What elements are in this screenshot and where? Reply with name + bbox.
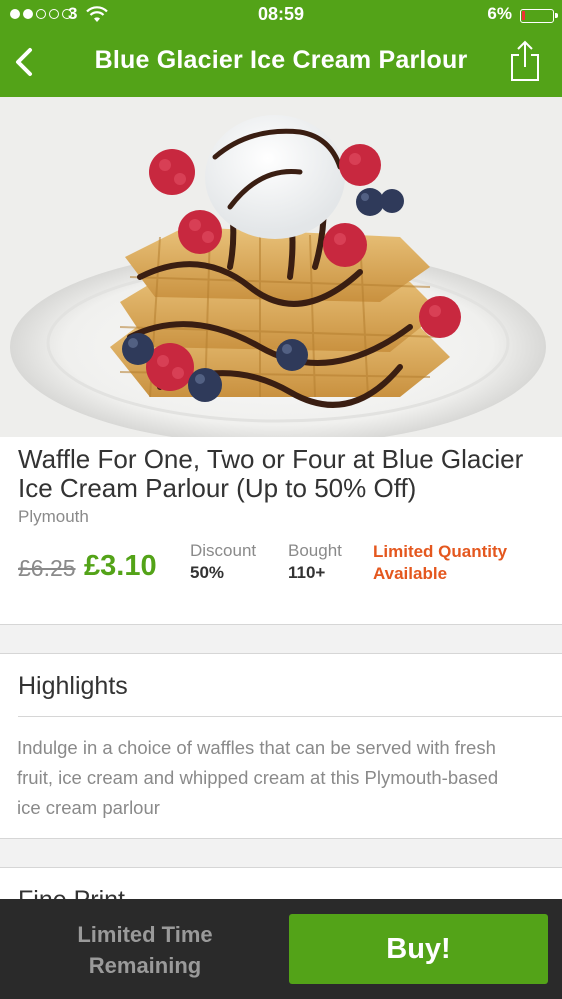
highlights-text: Indulge in a choice of waffles that can … — [17, 737, 499, 818]
bought-label: Bought — [288, 541, 342, 560]
page-title: Blue Glacier Ice Cream Parlour — [94, 46, 468, 74]
discount-value: 50% — [190, 563, 225, 582]
limited-line-2: Available — [373, 564, 448, 583]
battery-icon — [520, 9, 558, 23]
bought-value: 110+ — [288, 563, 326, 582]
discounted-price: £3.10 — [84, 550, 157, 582]
highlights-section: Highlights Indulge in a choice of waffle… — [0, 653, 562, 839]
original-price: £6.25 — [18, 555, 76, 581]
deal-location: Plymouth — [18, 507, 89, 526]
deal-screen: 3 08:59 6% Blue Glacier Ice Cream Parlou… — [0, 0, 562, 999]
back-chevron-icon[interactable] — [10, 44, 40, 80]
bottom-action-bar: Limited Time Remaining Buy! — [0, 899, 562, 999]
remaining-line-1: Limited Time — [77, 922, 213, 947]
deal-title: Waffle For One, Two or Four at Blue Glac… — [18, 444, 524, 503]
waffle-ice-cream-photo-icon — [0, 97, 562, 437]
share-icon[interactable] — [508, 40, 542, 82]
limited-quantity-badge: Limited Quantity Available — [373, 541, 507, 585]
bought-stat: Bought 110+ — [288, 541, 342, 583]
highlights-title: Highlights — [18, 672, 128, 700]
status-bar: 3 08:59 6% — [0, 0, 562, 32]
section-divider — [18, 716, 562, 717]
limited-line-1: Limited Quantity — [373, 542, 508, 561]
app-header: 3 08:59 6% Blue Glacier Ice Cream Parlou… — [0, 0, 562, 97]
discount-label: Discount — [190, 541, 257, 560]
status-time: 08:59 — [257, 4, 305, 24]
deal-hero-image — [0, 97, 562, 437]
battery-percent: 6% — [487, 4, 512, 23]
time-remaining-label: Limited Time Remaining — [45, 919, 245, 981]
deal-summary-card: Waffle For One, Two or Four at Blue Glac… — [0, 437, 562, 625]
remaining-line-2: Remaining — [88, 953, 202, 978]
discount-stat: Discount 50% — [190, 541, 256, 583]
buy-button[interactable]: Buy! — [289, 914, 548, 984]
